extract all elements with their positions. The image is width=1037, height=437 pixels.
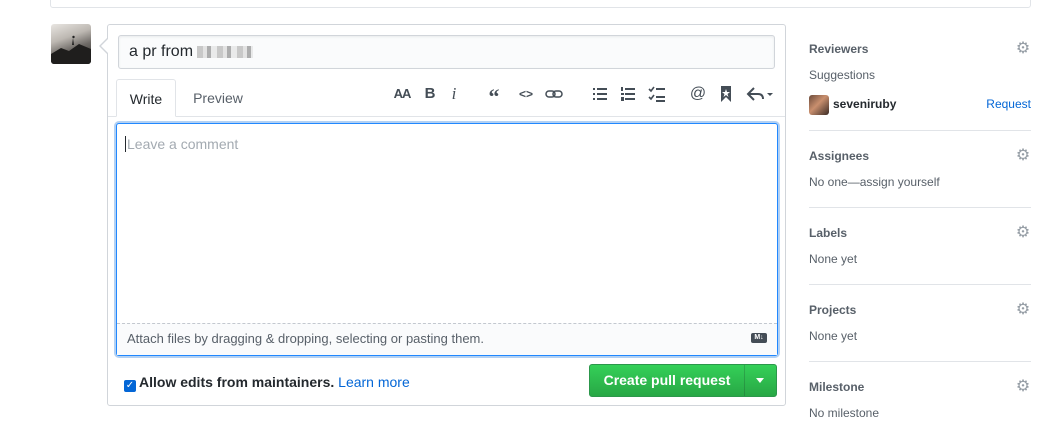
italic-icon[interactable]: i: [446, 84, 462, 104]
comment-textarea[interactable]: Leave a comment: [117, 124, 777, 323]
gear-icon[interactable]: ⚙: [1015, 225, 1031, 241]
comment-editor[interactable]: Leave a comment Attach files by dragging…: [116, 123, 778, 356]
numbered-list-icon[interactable]: [619, 84, 637, 104]
labels-title[interactable]: Labels: [809, 225, 1031, 241]
chevron-down-icon: [756, 378, 764, 383]
link-icon[interactable]: [544, 84, 564, 104]
task-list-icon[interactable]: [647, 84, 667, 104]
projects-section: Projects ⚙ None yet: [809, 302, 1031, 344]
reply-icon[interactable]: [745, 84, 775, 104]
milestone-section: Milestone ⚙ No milestone: [809, 379, 1031, 421]
suggestions-label: Suggestions: [809, 68, 876, 82]
bulleted-list-icon[interactable]: [591, 84, 609, 104]
comment-placeholder: Leave a comment: [127, 136, 239, 152]
create-pull-request-button[interactable]: Create pull request: [589, 364, 777, 397]
gear-icon[interactable]: ⚙: [1015, 148, 1031, 164]
reviewer-name[interactable]: seveniruby: [833, 97, 896, 111]
gear-icon[interactable]: ⚙: [1015, 41, 1031, 57]
redacted-branch: [197, 45, 254, 58]
quote-icon[interactable]: “: [485, 84, 503, 109]
request-review-link[interactable]: Request: [986, 97, 1031, 111]
learn-more-link[interactable]: Learn more: [338, 374, 410, 390]
milestone-value: No milestone: [809, 406, 880, 420]
tab-preview[interactable]: Preview: [182, 79, 254, 117]
assignees-value[interactable]: No one—assign yourself: [809, 174, 1031, 190]
tab-write[interactable]: Write: [116, 79, 176, 117]
reviewers-title[interactable]: Reviewers: [809, 41, 1031, 57]
suggested-reviewer: seveniruby Request: [809, 94, 1031, 115]
text-size-icon[interactable]: AA: [391, 84, 413, 104]
bold-icon[interactable]: B: [421, 84, 439, 104]
user-avatar[interactable]: [51, 24, 91, 64]
pr-title-input[interactable]: a pr from: [118, 35, 775, 69]
code-icon[interactable]: <>: [516, 84, 536, 104]
create-options-dropdown[interactable]: [745, 365, 776, 396]
projects-value: None yet: [809, 329, 858, 343]
allow-edits-row: ✓ Allow edits from maintainers. Learn mor…: [124, 374, 410, 392]
assignees-title[interactable]: Assignees: [809, 148, 1031, 164]
reviewers-section: Reviewers ⚙ Suggestions seveniruby Reque…: [809, 41, 1031, 115]
attach-files-text: Attach files by dragging & dropping, sel…: [127, 331, 484, 346]
assignees-section: Assignees ⚙ No one—assign yourself: [809, 148, 1031, 190]
labels-value: None yet: [809, 252, 858, 266]
mention-icon[interactable]: @: [689, 84, 707, 104]
avatar: [809, 95, 829, 115]
gear-icon[interactable]: ⚙: [1015, 302, 1031, 318]
pr-title-text: a pr from: [129, 43, 194, 60]
attach-files-bar[interactable]: Attach files by dragging & dropping, sel…: [117, 323, 777, 355]
allow-edits-checkbox[interactable]: ✓: [124, 380, 136, 392]
saved-reply-icon[interactable]: [718, 84, 734, 104]
allow-edits-label: Allow edits from maintainers.: [139, 374, 335, 390]
previous-box: [50, 0, 1031, 8]
markdown-icon[interactable]: M↓: [751, 333, 767, 343]
milestone-title[interactable]: Milestone: [809, 379, 1031, 395]
labels-section: Labels ⚙ None yet: [809, 225, 1031, 267]
projects-title[interactable]: Projects: [809, 302, 1031, 318]
gear-icon[interactable]: ⚙: [1015, 379, 1031, 395]
create-pull-request-label[interactable]: Create pull request: [590, 365, 744, 396]
